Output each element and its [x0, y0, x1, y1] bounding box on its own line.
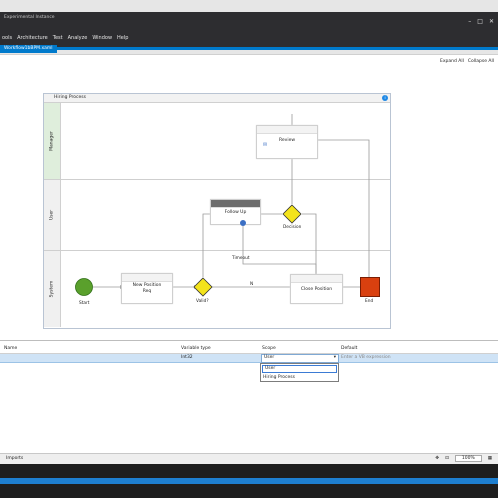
header-name[interactable]: Name [4, 346, 17, 351]
maximize-icon[interactable]: □ [477, 18, 483, 25]
fit-icon[interactable]: ⊡ [445, 456, 449, 461]
menu-window[interactable]: Window [92, 35, 112, 44]
imports-tab[interactable]: Imports [6, 456, 23, 461]
pan-icon[interactable]: ✥ [435, 456, 439, 461]
scope-option-user[interactable]: User [262, 365, 337, 373]
new-position-req-label: New Position Req [122, 282, 172, 295]
zoom-select[interactable]: 100% [454, 455, 482, 462]
n-label: N [250, 282, 254, 287]
expand-collapse-controls: Expand All Collapse All [440, 59, 494, 64]
variable-default[interactable]: Enter a VB expression [341, 355, 391, 360]
menu-tools[interactable]: ools [2, 35, 12, 44]
label-line: New Position [132, 283, 162, 288]
workflow-designer: Expand All Collapse All Hiring Process i… [0, 54, 498, 341]
minimize-icon[interactable]: – [468, 18, 471, 25]
variables-panel: Name Variable type Scope Default Int32 E… [0, 340, 498, 454]
follow-up-activity[interactable]: Follow Up [210, 199, 261, 225]
scope-select[interactable]: User ▾ [261, 354, 339, 363]
end-label: End [365, 299, 374, 304]
expand-all-link[interactable]: Expand All [440, 59, 464, 64]
chevron-down-icon[interactable]: ▾ [334, 355, 336, 360]
window-title: Experimental Instance [4, 15, 55, 20]
decision-gateway[interactable] [282, 204, 302, 224]
menu-test[interactable]: Test [53, 35, 63, 44]
label-line: Req [142, 289, 152, 294]
close-icon[interactable]: ✕ [489, 18, 494, 25]
valid-label: Valid? [196, 299, 209, 304]
app-frame: Experimental Instance – □ ✕ ools Archite… [0, 0, 498, 498]
header-default[interactable]: Default [341, 346, 357, 351]
taskbar [0, 464, 498, 498]
menu-analyze[interactable]: Analyze [68, 35, 88, 44]
window-controls: – □ ✕ [468, 18, 494, 25]
mail-icon: ✉ [263, 142, 268, 148]
end-event[interactable] [360, 277, 380, 297]
header-variable-type[interactable]: Variable type [181, 346, 211, 351]
collapse-all-link[interactable]: Collapse All [468, 59, 494, 64]
activity-header [291, 275, 342, 283]
tab-strip [0, 47, 498, 50]
overview-icon[interactable]: ▦ [488, 456, 492, 461]
new-position-req-activity[interactable]: New Position Req [121, 273, 173, 304]
title-bar: Experimental Instance – □ ✕ ools Archite… [0, 12, 498, 53]
decision-label: Decision [283, 225, 302, 230]
variable-type[interactable]: Int32 [181, 355, 193, 360]
activity-header [122, 274, 172, 282]
menu-bar: ools Architecture Test Analyze Window He… [0, 35, 128, 44]
close-position-label: Close Position [300, 287, 333, 292]
zoom-controls: ✥ ⊡ 100% ▦ [435, 455, 492, 462]
follow-up-label: Follow Up [224, 210, 247, 215]
document-tab[interactable]: Workflow1bBPM.xaml [0, 45, 57, 53]
start-event[interactable] [74, 277, 94, 297]
header-scope[interactable]: Scope [262, 346, 276, 351]
variables-header: Name Variable type Scope Default [0, 345, 498, 354]
status-bar: Imports ✥ ⊡ 100% ▦ [0, 453, 498, 464]
close-position-activity[interactable]: Close Position [290, 274, 343, 304]
taskbar-accent [0, 478, 498, 484]
menu-architecture[interactable]: Architecture [17, 35, 48, 44]
hiring-process-container[interactable]: Hiring Process i Manager User System Rev… [43, 93, 391, 329]
menu-help[interactable]: Help [117, 35, 128, 44]
start-label: Start [79, 301, 90, 306]
activity-header [211, 200, 260, 208]
activity-header [257, 126, 317, 134]
scope-value: User [264, 355, 275, 360]
timer-icon [240, 220, 246, 226]
timeout-label: Timeout [232, 256, 250, 261]
variable-row[interactable]: Int32 Enter a VB expression [0, 354, 498, 363]
scope-dropdown: User Hiring Process [260, 363, 339, 382]
review-activity[interactable]: Review ✉ [256, 125, 318, 159]
scope-option-hiring-process[interactable]: Hiring Process [261, 374, 338, 381]
valid-gateway[interactable] [193, 277, 213, 297]
